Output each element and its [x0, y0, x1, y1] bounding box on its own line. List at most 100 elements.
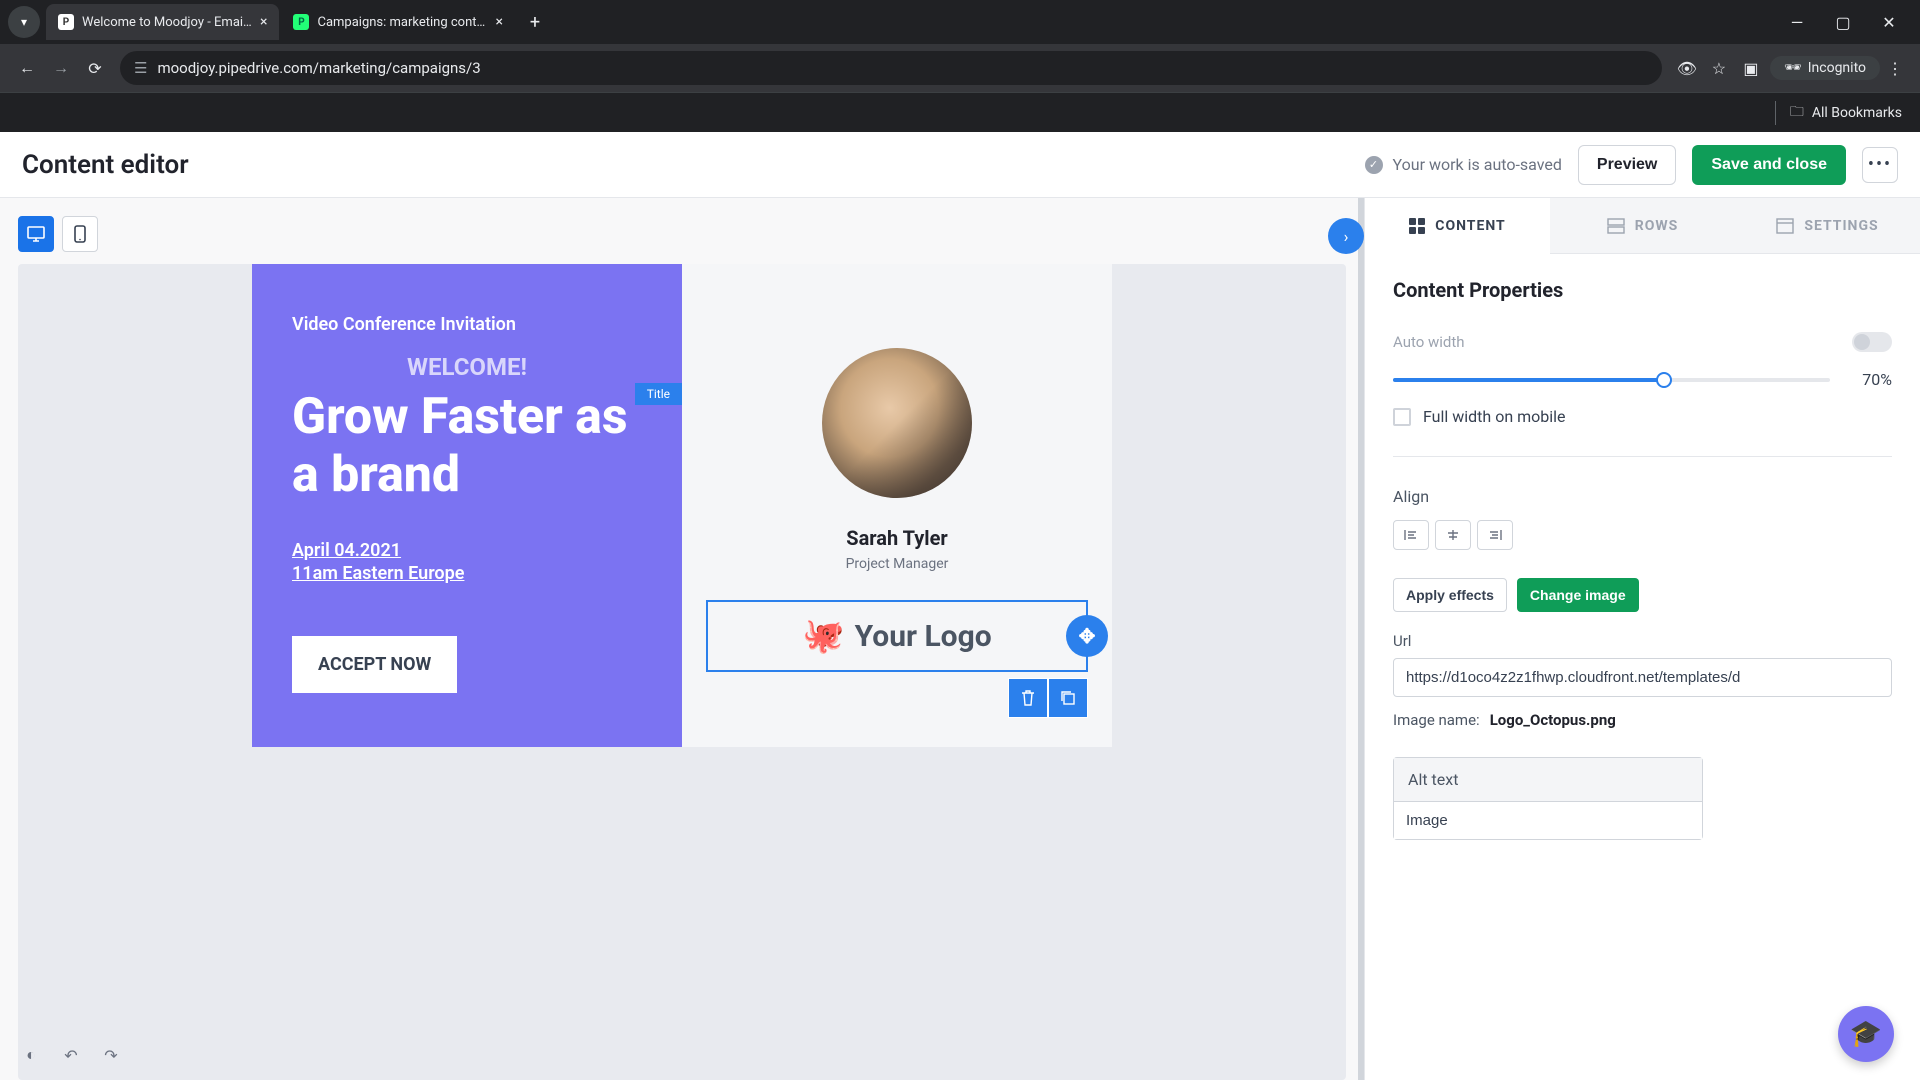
change-image-button[interactable]: Change image	[1517, 578, 1639, 612]
image-name-label: Image name:	[1393, 711, 1480, 729]
tab-label: SETTINGS	[1804, 218, 1878, 234]
email-right-column[interactable]: Sarah Tyler Project Manager 🐙 Your Logo …	[682, 264, 1112, 747]
incognito-label: Incognito	[1808, 60, 1866, 76]
copy-icon	[1060, 690, 1076, 706]
collapse-sidebar-button[interactable]: ›	[1328, 218, 1364, 254]
close-icon[interactable]: ×	[260, 14, 267, 30]
align-left-button[interactable]	[1393, 520, 1429, 550]
all-bookmarks-button[interactable]: All Bookmarks	[1812, 105, 1902, 121]
more-menu-button[interactable]: •••	[1862, 147, 1898, 183]
email-canvas[interactable]: Video Conference Invitation WELCOME! Tit…	[18, 264, 1346, 1080]
full-width-mobile-checkbox[interactable]	[1393, 408, 1411, 426]
resizer[interactable]	[1358, 198, 1364, 1080]
align-right-button[interactable]	[1477, 520, 1513, 550]
event-date[interactable]: April 04.2021	[292, 540, 642, 561]
desktop-view-button[interactable]	[18, 216, 54, 252]
rows-icon	[1607, 218, 1625, 234]
auto-width-toggle[interactable]	[1852, 332, 1892, 352]
save-and-close-button[interactable]: Save and close	[1692, 145, 1846, 185]
tab-rows[interactable]: ROWS	[1550, 198, 1735, 254]
autosave-status: ✓ Your work is auto-saved	[1365, 155, 1562, 174]
settings-icon	[1776, 218, 1794, 234]
close-icon[interactable]: ×	[495, 14, 502, 30]
delete-block-button[interactable]	[1008, 678, 1048, 718]
autosave-text: Your work is auto-saved	[1393, 155, 1562, 174]
block-actions	[706, 678, 1088, 718]
site-info-icon[interactable]: ☰	[134, 59, 147, 77]
tab-label: CONTENT	[1435, 218, 1505, 234]
url-input[interactable]: ☰ moodjoy.pipedrive.com/marketing/campai…	[120, 51, 1662, 85]
logo-block-selected[interactable]: 🐙 Your Logo ✥	[706, 600, 1088, 672]
star-icon[interactable]: ☆	[1704, 53, 1734, 83]
graduation-cap-icon: 🎓	[1850, 1019, 1882, 1049]
browser-menu-button[interactable]: ⋮	[1880, 53, 1910, 83]
apply-effects-button[interactable]: Apply effects	[1393, 578, 1507, 612]
width-value: 70%	[1848, 370, 1892, 389]
align-buttons	[1393, 520, 1892, 550]
window-controls: — ▢ ✕	[1774, 6, 1912, 38]
eye-off-icon[interactable]: 👁	[1672, 53, 1702, 83]
width-slider[interactable]	[1393, 378, 1830, 382]
duplicate-block-button[interactable]	[1048, 678, 1088, 718]
tab-search-button[interactable]: ▾	[8, 6, 40, 38]
grid-icon	[1409, 218, 1425, 234]
incognito-icon: 🕶	[1784, 60, 1802, 76]
move-handle[interactable]: ✥	[1066, 615, 1108, 657]
browser-tab-1[interactable]: P Campaigns: marketing contacts ×	[281, 4, 514, 40]
image-name-value: Logo_Octopus.png	[1490, 711, 1616, 729]
page-title: Content editor	[22, 150, 189, 180]
align-label: Align	[1393, 487, 1892, 506]
slider-fill	[1393, 378, 1664, 382]
redo-button[interactable]: ↷	[98, 1042, 124, 1068]
divider	[1775, 101, 1776, 125]
full-width-mobile-label: Full width on mobile	[1423, 407, 1566, 426]
back-button[interactable]: ←	[10, 51, 44, 85]
mobile-view-button[interactable]	[62, 216, 98, 252]
content-properties-panel: Content Properties Auto width 70% Full w…	[1365, 254, 1920, 1080]
check-circle-icon: ✓	[1365, 156, 1383, 174]
properties-sidebar: CONTENT ROWS SETTINGS Content Properties…	[1364, 198, 1920, 1080]
forward-button[interactable]: →	[44, 51, 78, 85]
app-header: Content editor ✓ Your work is auto-saved…	[0, 132, 1920, 198]
accept-button[interactable]: ACCEPT NOW	[292, 636, 457, 693]
image-url-input[interactable]	[1393, 658, 1892, 697]
undo-button[interactable]: ↶	[58, 1042, 84, 1068]
slider-thumb[interactable]	[1656, 372, 1672, 388]
canvas-footer-actions: ◐ ↶ ↷	[18, 1042, 124, 1068]
tab-title: Welcome to Moodjoy - Email c	[82, 15, 252, 30]
bookmarks-bar: 🗀 All Bookmarks	[0, 92, 1920, 132]
alt-text-input[interactable]	[1394, 802, 1702, 839]
device-toggle	[18, 216, 1346, 252]
maximize-button[interactable]: ▢	[1820, 6, 1866, 38]
new-tab-button[interactable]: +	[521, 8, 549, 36]
event-time[interactable]: 11am Eastern Europe	[292, 563, 642, 584]
preview-button[interactable]: Preview	[1578, 145, 1676, 185]
main-area: Video Conference Invitation WELCOME! Tit…	[0, 198, 1920, 1080]
avatar-image[interactable]	[822, 348, 972, 498]
person-role: Project Manager	[706, 556, 1088, 572]
close-window-button[interactable]: ✕	[1866, 6, 1912, 38]
tab-strip: ▾ P Welcome to Moodjoy - Email c × P Cam…	[0, 0, 1920, 44]
reload-button[interactable]: ⟳	[78, 51, 112, 85]
incognito-badge[interactable]: 🕶 Incognito	[1770, 56, 1880, 80]
logo-text: Your Logo	[855, 619, 992, 654]
block-type-tag: Title	[635, 383, 682, 405]
history-button[interactable]: ◐	[18, 1042, 44, 1068]
tab-content[interactable]: CONTENT	[1365, 198, 1550, 254]
title-block[interactable]: Title Grow Faster as a brand	[292, 389, 642, 504]
email-left-column[interactable]: Video Conference Invitation WELCOME! Tit…	[252, 264, 682, 747]
align-center-button[interactable]	[1435, 520, 1471, 550]
browser-chrome: ▾ P Welcome to Moodjoy - Email c × P Cam…	[0, 0, 1920, 132]
person-name: Sarah Tyler	[706, 526, 1088, 550]
tab-title: Campaigns: marketing contacts	[317, 15, 487, 30]
url-label: Url	[1393, 632, 1892, 650]
minimize-button[interactable]: —	[1774, 6, 1820, 38]
sidebar-tabs: CONTENT ROWS SETTINGS	[1365, 198, 1920, 254]
help-fab[interactable]: 🎓	[1838, 1006, 1894, 1062]
desktop-icon	[27, 226, 45, 242]
chevron-down-icon: ▾	[21, 15, 27, 29]
tab-settings[interactable]: SETTINGS	[1735, 198, 1920, 254]
sidepanel-icon[interactable]: ▣	[1736, 53, 1766, 83]
divider	[1393, 456, 1892, 457]
browser-tab-0[interactable]: P Welcome to Moodjoy - Email c ×	[46, 4, 279, 40]
